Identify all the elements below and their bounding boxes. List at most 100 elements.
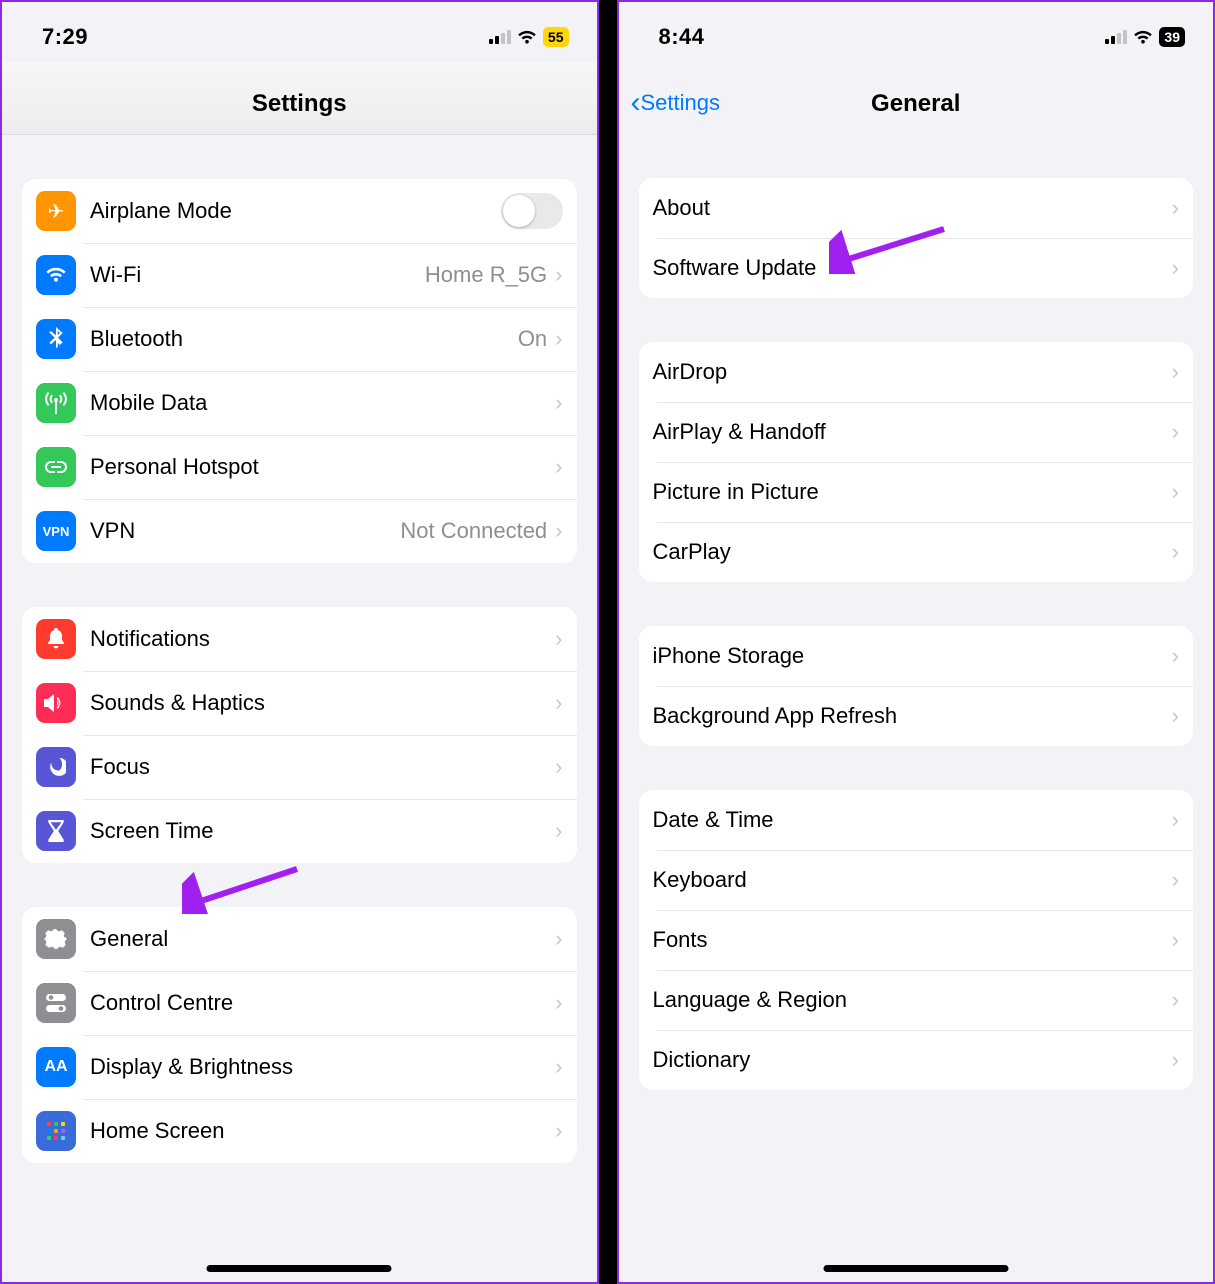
row-label: VPN — [90, 518, 400, 544]
row-label: Sounds & Haptics — [90, 690, 555, 716]
wifi-icon — [517, 30, 537, 45]
chevron-right-icon: › — [1172, 195, 1179, 221]
row-label: iPhone Storage — [653, 643, 1172, 669]
airplane-icon: ✈︎ — [36, 191, 76, 231]
row-date-time[interactable]: Date & Time › — [639, 790, 1194, 850]
status-bar: 7:29 55 — [2, 2, 597, 62]
row-label: Keyboard — [653, 867, 1172, 893]
chevron-right-icon: › — [1172, 419, 1179, 445]
row-label: AirDrop — [653, 359, 1172, 385]
row-label: Bluetooth — [90, 326, 518, 352]
row-label: Focus — [90, 754, 555, 780]
general-group-storage: iPhone Storage › Background App Refresh … — [639, 626, 1194, 746]
row-pip[interactable]: Picture in Picture › — [639, 462, 1194, 522]
row-label: General — [90, 926, 555, 952]
row-airplane-mode[interactable]: ✈︎ Airplane Mode — [22, 179, 577, 243]
row-control-centre[interactable]: Control Centre › — [22, 971, 577, 1035]
wifi-icon — [36, 255, 76, 295]
settings-group-system: General › Control Centre › AA Display & … — [22, 907, 577, 1163]
row-label: Airplane Mode — [90, 198, 501, 224]
bell-icon — [36, 619, 76, 659]
row-general[interactable]: General › — [22, 907, 577, 971]
antenna-icon — [36, 383, 76, 423]
moon-icon — [36, 747, 76, 787]
gear-icon — [36, 919, 76, 959]
chevron-right-icon: › — [555, 626, 562, 652]
chevron-right-icon: › — [555, 262, 562, 288]
chevron-right-icon: › — [1172, 539, 1179, 565]
page-title: General — [639, 90, 1194, 118]
row-focus[interactable]: Focus › — [22, 735, 577, 799]
apps-grid-icon — [36, 1111, 76, 1151]
chevron-right-icon: › — [1172, 807, 1179, 833]
row-label: CarPlay — [653, 539, 1172, 565]
row-vpn[interactable]: VPN VPN Not Connected › — [22, 499, 577, 563]
row-wifi[interactable]: Wi-Fi Home R_5G › — [22, 243, 577, 307]
chevron-right-icon: › — [1172, 643, 1179, 669]
home-indicator[interactable] — [207, 1265, 392, 1272]
row-sounds[interactable]: Sounds & Haptics › — [22, 671, 577, 735]
airplane-toggle[interactable] — [501, 193, 563, 229]
row-bg-refresh[interactable]: Background App Refresh › — [639, 686, 1194, 746]
chevron-right-icon: › — [1172, 987, 1179, 1013]
row-label: About — [653, 195, 1172, 221]
chevron-right-icon: › — [555, 326, 562, 352]
chevron-right-icon: › — [555, 754, 562, 780]
row-dictionary[interactable]: Dictionary › — [639, 1030, 1194, 1090]
nav-bar: ‹ Settings General — [619, 62, 1214, 134]
row-bluetooth[interactable]: Bluetooth On › — [22, 307, 577, 371]
row-fonts[interactable]: Fonts › — [639, 910, 1194, 970]
row-label: Dictionary — [653, 1047, 1172, 1073]
chevron-right-icon: › — [555, 454, 562, 480]
back-label: Settings — [641, 90, 721, 116]
page-title: Settings — [22, 90, 577, 118]
row-language[interactable]: Language & Region › — [639, 970, 1194, 1030]
general-group-about: About › Software Update › — [639, 178, 1194, 298]
row-label: Display & Brightness — [90, 1054, 555, 1080]
row-notifications[interactable]: Notifications › — [22, 607, 577, 671]
row-personal-hotspot[interactable]: Personal Hotspot › — [22, 435, 577, 499]
aa-icon: AA — [36, 1047, 76, 1087]
settings-group-alerts: Notifications › Sounds & Haptics › Focus… — [22, 607, 577, 863]
vpn-icon: VPN — [36, 511, 76, 551]
home-indicator[interactable] — [823, 1265, 1008, 1272]
row-label: Wi-Fi — [90, 262, 425, 288]
row-value: Not Connected — [400, 518, 547, 544]
row-mobile-data[interactable]: Mobile Data › — [22, 371, 577, 435]
chevron-right-icon: › — [1172, 359, 1179, 385]
chevron-right-icon: › — [555, 390, 562, 416]
row-label: Notifications — [90, 626, 555, 652]
row-screen-time[interactable]: Screen Time › — [22, 799, 577, 863]
chevron-right-icon: › — [555, 690, 562, 716]
chevron-right-icon: › — [555, 1118, 562, 1144]
row-home-screen[interactable]: Home Screen › — [22, 1099, 577, 1163]
row-label: AirPlay & Handoff — [653, 419, 1172, 445]
row-airplay[interactable]: AirPlay & Handoff › — [639, 402, 1194, 462]
row-storage[interactable]: iPhone Storage › — [639, 626, 1194, 686]
status-time: 8:44 — [659, 24, 705, 50]
chevron-right-icon: › — [1172, 867, 1179, 893]
chevron-right-icon: › — [555, 926, 562, 952]
chevron-right-icon: › — [555, 818, 562, 844]
back-button[interactable]: ‹ Settings — [631, 88, 721, 118]
chevron-right-icon: › — [1172, 1047, 1179, 1073]
row-carplay[interactable]: CarPlay › — [639, 522, 1194, 582]
general-screen: 8:44 39 ‹ Settings General About › Softw — [617, 0, 1215, 1284]
row-label: Picture in Picture — [653, 479, 1172, 505]
cellular-icon — [1105, 30, 1127, 44]
row-label: Date & Time — [653, 807, 1172, 833]
row-about[interactable]: About › — [639, 178, 1194, 238]
link-icon — [36, 447, 76, 487]
row-airdrop[interactable]: AirDrop › — [639, 342, 1194, 402]
speaker-icon — [36, 683, 76, 723]
row-label: Mobile Data — [90, 390, 555, 416]
chevron-right-icon: › — [1172, 927, 1179, 953]
row-software-update[interactable]: Software Update › — [639, 238, 1194, 298]
wifi-icon — [1133, 30, 1153, 45]
settings-group-connectivity: ✈︎ Airplane Mode Wi-Fi Home R_5G › — [22, 179, 577, 563]
chevron-right-icon: › — [555, 990, 562, 1016]
row-label: Language & Region — [653, 987, 1172, 1013]
status-time: 7:29 — [42, 24, 88, 50]
row-display[interactable]: AA Display & Brightness › — [22, 1035, 577, 1099]
row-keyboard[interactable]: Keyboard › — [639, 850, 1194, 910]
